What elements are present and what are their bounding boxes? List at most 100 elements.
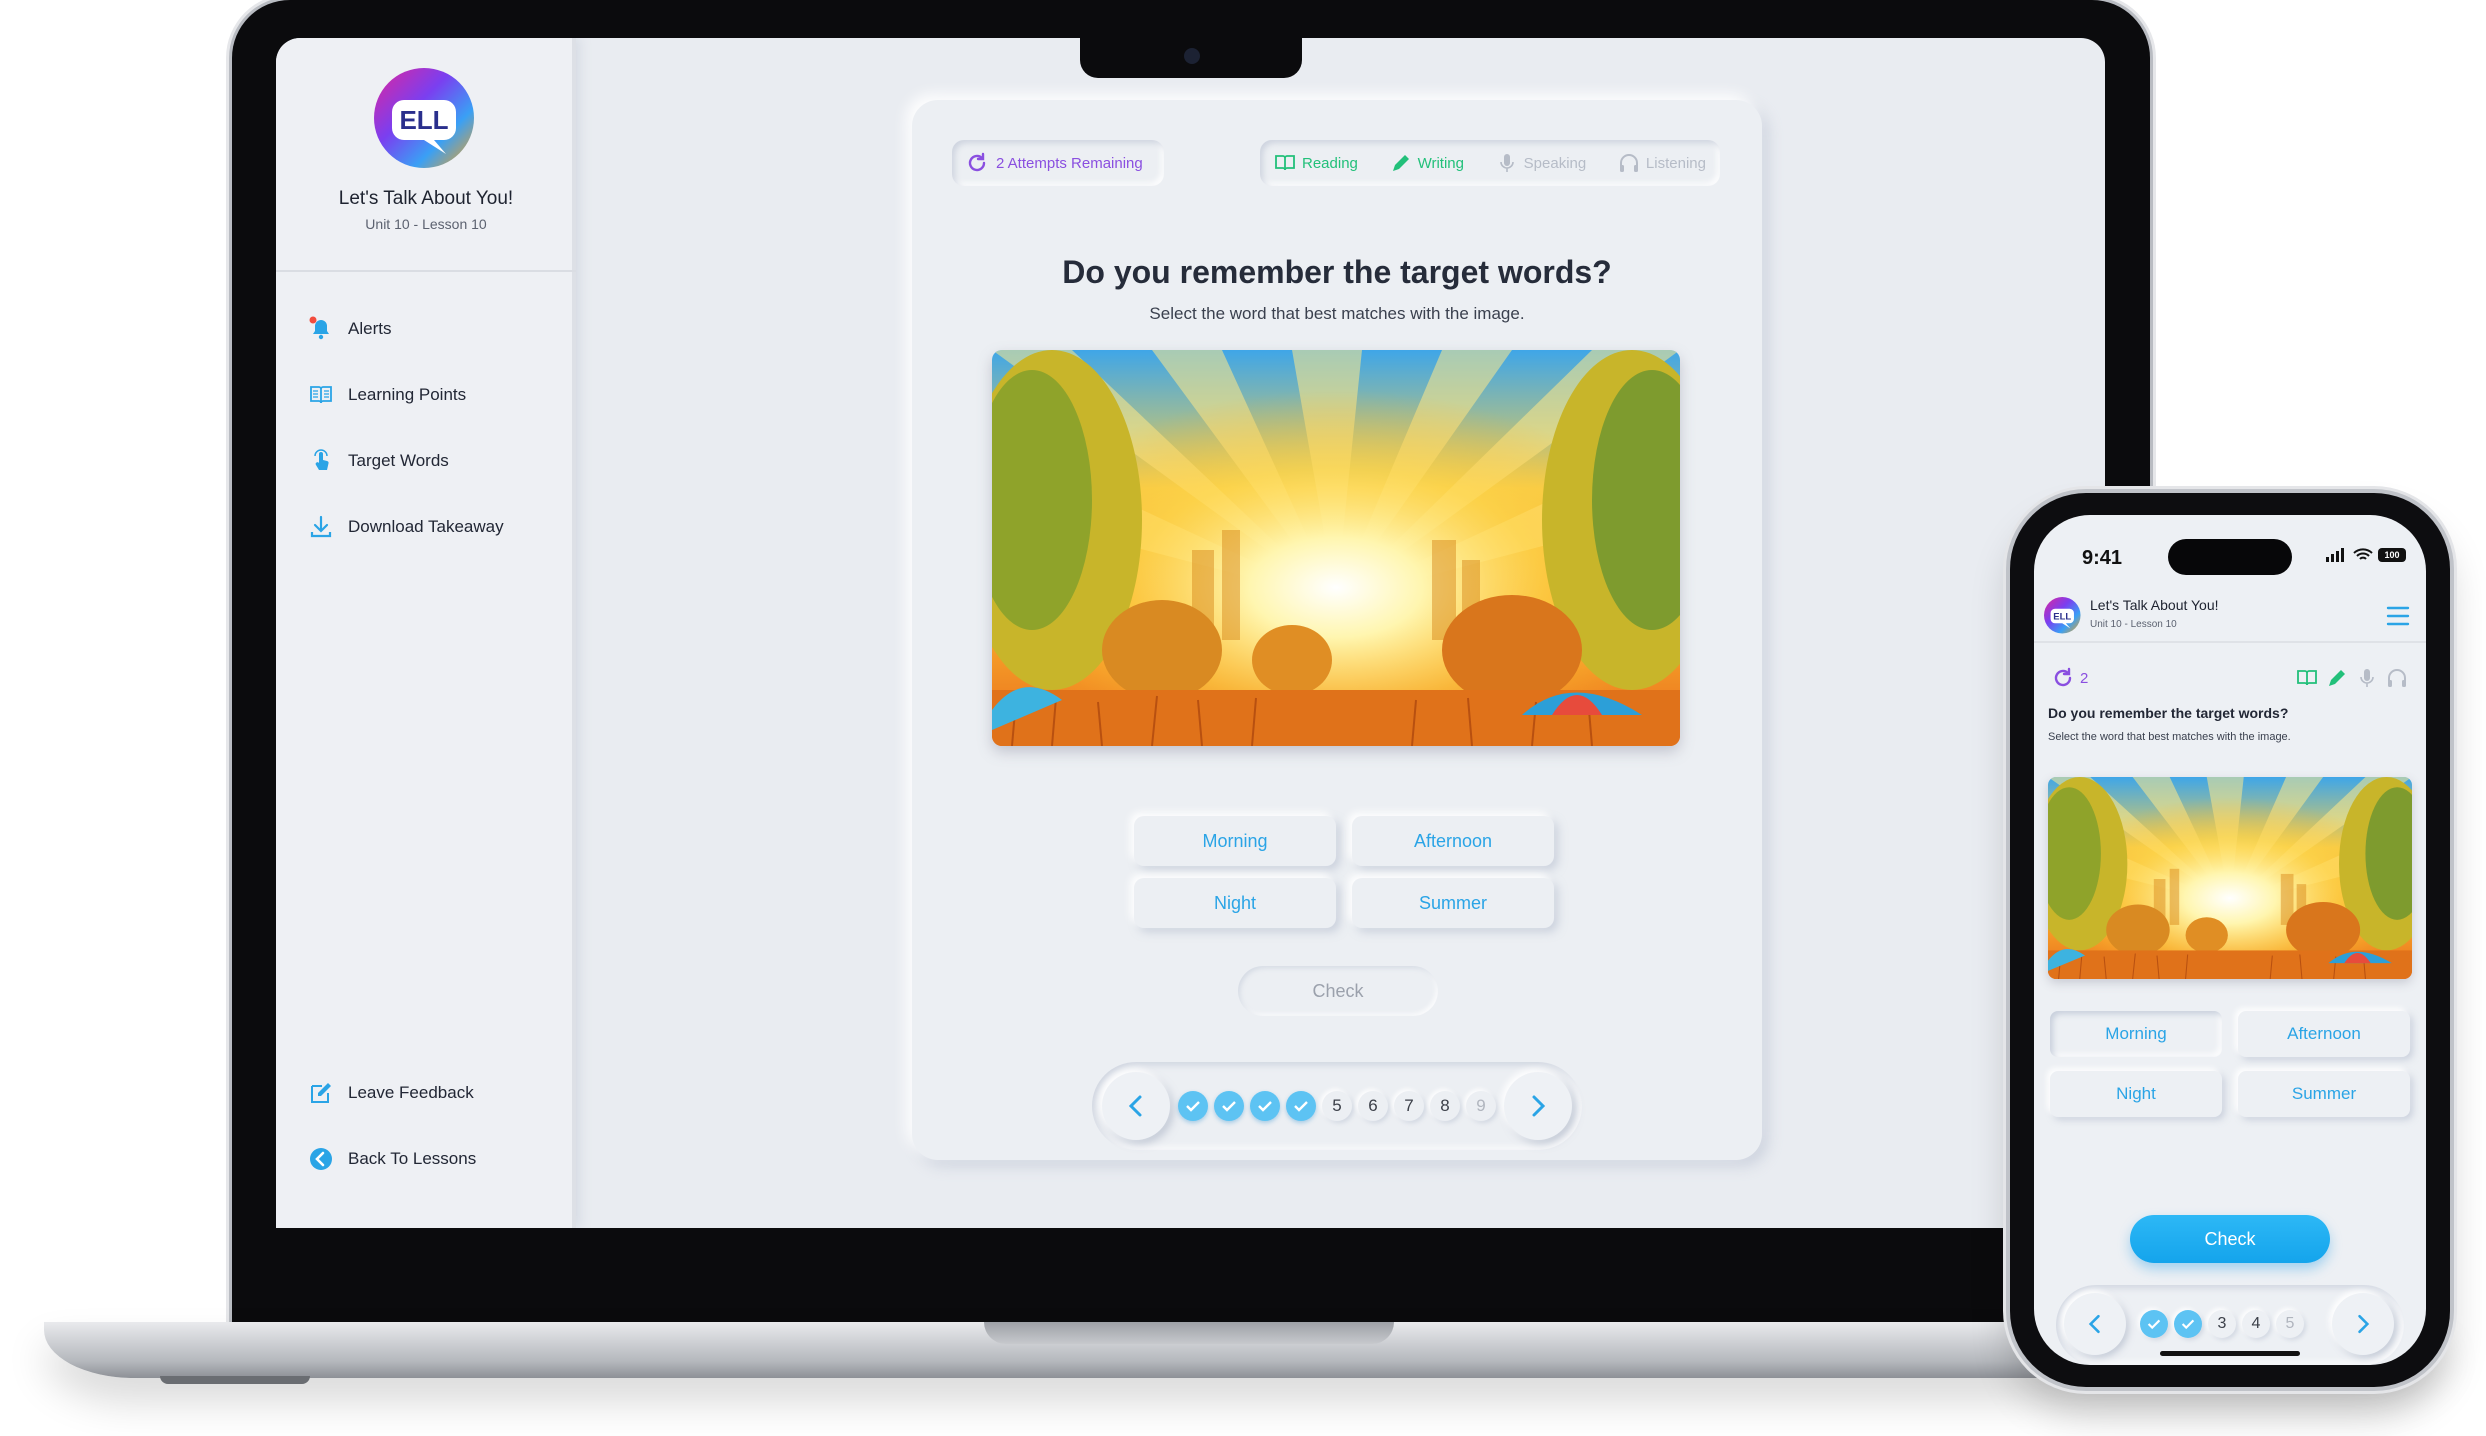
attempts-label: 2 Attempts Remaining [996, 154, 1143, 172]
check-icon [1186, 1101, 1200, 1112]
page-number[interactable]: 9 [1466, 1091, 1496, 1121]
bell-icon [309, 316, 329, 340]
prev-button[interactable] [2064, 1293, 2126, 1355]
status-time: 9:41 [2082, 547, 2123, 569]
option-summer[interactable]: Summer [1352, 878, 1554, 928]
download-icon [310, 515, 332, 538]
page-number[interactable]: 8 [1430, 1091, 1460, 1121]
page-1-done[interactable] [2140, 1310, 2168, 1338]
page-number[interactable]: 7 [1394, 1091, 1424, 1121]
battery-level: 100 [2384, 550, 2400, 560]
skills-bar: Reading Writing Speaking Listening [1260, 140, 1720, 186]
svg-text:ELL: ELL [399, 105, 448, 135]
check-icon [1258, 1101, 1272, 1112]
ell-logo-icon: ELL [374, 68, 474, 168]
attempts-remaining-badge: 2 [2052, 667, 2088, 689]
check-button[interactable]: Check [2130, 1215, 2330, 1263]
option-summer[interactable]: Summer [2238, 1071, 2410, 1117]
page-2-done[interactable] [1214, 1091, 1244, 1121]
sidebar-item-back-to-lessons[interactable]: Back To Lessons [308, 1146, 476, 1172]
pencil-icon [1392, 155, 1409, 171]
prev-button[interactable] [1102, 1072, 1170, 1140]
check-icon [2181, 1319, 2195, 1330]
signal-icon [2326, 548, 2344, 562]
sidebar-item-download-takeaway[interactable]: Download Takeaway [308, 514, 504, 540]
home-indicator [2160, 1351, 2300, 1356]
skill-reading[interactable]: Reading [1274, 152, 1358, 174]
question-title: Do you remember the target words? [1062, 254, 1612, 290]
skill-speaking[interactable]: Speaking [1496, 152, 1587, 174]
page-number[interactable]: 5 [2276, 1310, 2304, 1338]
page-number[interactable]: 6 [1358, 1091, 1388, 1121]
question-instruction: Select the word that best matches with t… [1149, 304, 1525, 323]
sidebar-item-label: Leave Feedback [348, 1083, 474, 1102]
page-number[interactable]: 5 [1322, 1091, 1352, 1121]
skills-bar [2296, 667, 2408, 689]
page-1-done[interactable] [1178, 1091, 1208, 1121]
laptop-foot [160, 1376, 310, 1384]
sidebar-item-label: Alerts [348, 319, 392, 338]
laptop-screen: ELL Let's Talk About You! Unit 10 - Less… [276, 38, 2105, 1228]
option-morning[interactable]: Morning [2050, 1011, 2222, 1057]
book-icon [310, 386, 332, 404]
question-instruction: Select the word that best matches with t… [2048, 731, 2291, 743]
skill-label: Speaking [1523, 154, 1587, 172]
dynamic-island [2168, 539, 2292, 575]
headphones-icon[interactable] [2386, 667, 2408, 689]
skill-listening[interactable]: Listening [1618, 152, 1706, 174]
sidebar-item-label: Learning Points [348, 385, 467, 404]
skill-label: Writing [1417, 154, 1464, 172]
status-icons: 100 [2326, 548, 2406, 562]
phone-header: ELL Let's Talk About You! Unit 10 - Less… [2034, 591, 2426, 643]
check-icon [1222, 1101, 1236, 1112]
option-night[interactable]: Night [1134, 878, 1336, 928]
retry-icon [968, 152, 986, 172]
sidebar-item-leave-feedback[interactable]: Leave Feedback [308, 1080, 474, 1106]
microphone-icon[interactable] [2356, 667, 2378, 689]
chevron-right-icon [2358, 1314, 2370, 1334]
laptop-chin [276, 1228, 2105, 1266]
laptop-lid-groove [984, 1322, 1394, 1344]
option-night[interactable]: Night [2050, 1071, 2222, 1117]
book-icon[interactable] [2296, 667, 2318, 689]
sidebar-item-target-words[interactable]: Target Words [308, 448, 449, 474]
question-image [2048, 777, 2412, 979]
option-afternoon[interactable]: Afternoon [2238, 1011, 2410, 1057]
lesson-title: Let's Talk About You! [2090, 597, 2219, 613]
page-4-done[interactable] [1286, 1091, 1316, 1121]
sidebar-item-label: Download Takeaway [348, 517, 504, 536]
pencil-icon[interactable] [2326, 667, 2348, 689]
sidebar-item-alerts[interactable]: Alerts [308, 316, 391, 342]
check-button[interactable]: Check [1238, 966, 1438, 1016]
lesson-title: Let's Talk About You! [338, 188, 514, 209]
camera-notch [1080, 38, 1302, 78]
skill-writing[interactable]: Writing [1390, 152, 1464, 174]
page-number[interactable]: 3 [2208, 1310, 2236, 1338]
check-icon [1294, 1101, 1308, 1112]
hamburger-menu-icon[interactable] [2386, 605, 2410, 627]
ell-logo-icon: ELL [2044, 597, 2081, 634]
camera-icon [1184, 48, 1200, 64]
sidebar-item-learning-points[interactable]: Learning Points [308, 382, 466, 408]
page-3-done[interactable] [1250, 1091, 1280, 1121]
attempts-count: 2 [2080, 669, 2089, 687]
sidebar-item-label: Back To Lessons [348, 1149, 477, 1168]
page-number[interactable]: 4 [2242, 1310, 2270, 1338]
battery-icon: 100 [2378, 548, 2406, 562]
option-morning[interactable]: Morning [1134, 816, 1336, 866]
attempts-remaining-badge: 2 Attempts Remaining [952, 140, 1164, 186]
wifi-icon [2353, 548, 2373, 560]
skill-label: Reading [1302, 154, 1358, 172]
lesson-subtitle: Unit 10 - Lesson 10 [2090, 619, 2177, 630]
edit-icon [311, 1083, 331, 1103]
next-button[interactable] [1504, 1072, 1572, 1140]
chevron-right-icon [1532, 1095, 1546, 1117]
next-button[interactable] [2332, 1293, 2394, 1355]
question-pager: 5 6 7 8 9 [1092, 1062, 1582, 1150]
lesson-subtitle: Unit 10 - Lesson 10 [365, 216, 487, 232]
phone-frame: 9:41 100 ELL Let's Talk About You! Unit … [2010, 493, 2450, 1387]
chevron-left-icon [1128, 1095, 1142, 1117]
page-2-done[interactable] [2174, 1310, 2202, 1338]
option-afternoon[interactable]: Afternoon [1352, 816, 1554, 866]
tap-icon [314, 449, 329, 470]
